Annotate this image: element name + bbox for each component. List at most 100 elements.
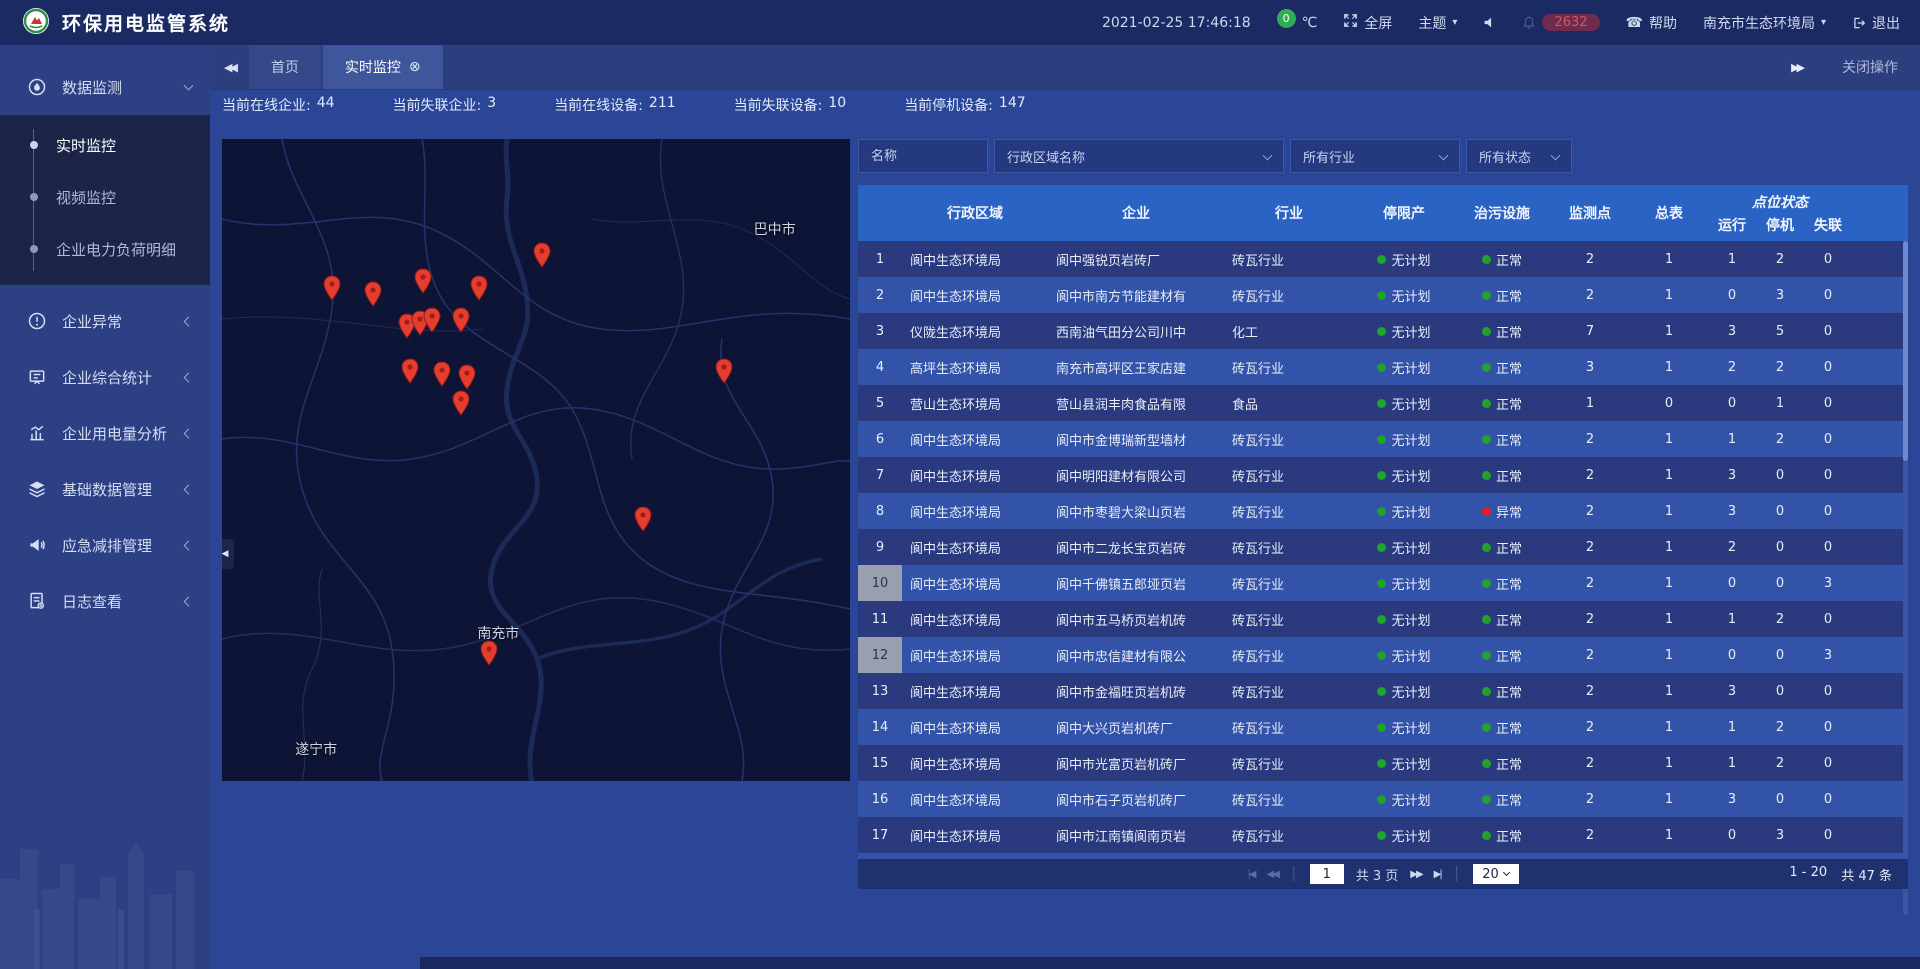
table-row[interactable]: 3仪陇生态环境局西南油气田分公司川中化工无计划正常71350 — [858, 313, 1908, 349]
chevron-left-icon — [184, 596, 194, 606]
collapse-panel-button[interactable]: ◀ — [222, 539, 234, 569]
user-org-menu[interactable]: 南充市生态环境局 ▾ — [1703, 13, 1826, 33]
table-row[interactable]: 14阆中生态环境局阆中大兴页岩机砖厂砖瓦行业无计划正常21120 — [858, 709, 1908, 745]
map-pin-icon[interactable] — [715, 358, 733, 384]
map-view[interactable]: 巴中市南充市遂宁市 ◀ — [222, 139, 850, 781]
help-button[interactable]: ☎ 帮助 — [1626, 13, 1677, 33]
col-region: 行政区域 — [902, 185, 1048, 241]
map-pin-icon[interactable] — [433, 361, 451, 387]
industry-filter-select[interactable]: 所有行业 — [1290, 139, 1460, 173]
table-row[interactable]: 1阆中生态环境局阆中强锐页岩砖厂砖瓦行业无计划正常21120 — [858, 241, 1908, 277]
row-index: 11 — [858, 601, 902, 637]
sidebar-item-data-monitoring[interactable]: 数据监测 — [0, 59, 210, 115]
col-stopped: 停机 — [1756, 213, 1804, 241]
cell-lost: 0 — [1804, 468, 1852, 483]
table-row[interactable]: 17阆中生态环境局阆中市江南镇阆南页岩砖瓦行业无计划正常21030 — [858, 817, 1908, 853]
sidebar-item-realtime-monitor[interactable]: 实时监控 — [0, 119, 210, 171]
fullscreen-button[interactable]: 全屏 — [1343, 13, 1392, 33]
col-filler — [1852, 185, 1908, 241]
first-page-icon[interactable]: |◀ — [1247, 869, 1254, 880]
cell-run: 0 — [1708, 828, 1756, 843]
col-facility: 治污设施 — [1454, 185, 1550, 241]
map-pin-icon[interactable] — [470, 275, 488, 301]
scrollbar-thumb[interactable] — [1903, 241, 1908, 461]
chevron-down-icon — [184, 81, 194, 91]
pagination-info: 1 - 20 共 47 条 — [1789, 865, 1892, 884]
bullet-icon — [30, 245, 38, 253]
close-tab-icon[interactable]: ⊗ — [409, 59, 421, 75]
map-pin-icon[interactable] — [414, 268, 432, 294]
table-row[interactable]: 16阆中生态环境局阆中市石子页岩机砖厂砖瓦行业无计划正常21300 — [858, 781, 1908, 817]
map-pin-icon[interactable] — [323, 275, 341, 301]
table-row[interactable]: 15阆中生态环境局阆中市光富页岩机砖厂砖瓦行业无计划正常21120 — [858, 745, 1908, 781]
fullscreen-icon — [1343, 13, 1358, 32]
table-row[interactable]: 7阆中生态环境局阆中明阳建材有限公司砖瓦行业无计划正常21300 — [858, 457, 1908, 493]
sidebar-item-power-load-detail[interactable]: 企业电力负荷明细 — [0, 223, 210, 275]
table-row[interactable]: 9阆中生态环境局阆中市二龙长宝页岩砖砖瓦行业无计划正常21200 — [858, 529, 1908, 565]
map-pin-icon[interactable] — [458, 364, 476, 390]
sidebar-item-enterprise-abnormal[interactable]: 企业异常 — [0, 293, 210, 349]
table-row[interactable]: 5营山生态环境局营山县润丰肉食品有限食品无计划正常10010 — [858, 385, 1908, 421]
table-row[interactable]: 10阆中生态环境局阆中千佛镇五郎垭页岩砖瓦行业无计划正常21003 — [858, 565, 1908, 601]
table-row[interactable]: 2阆中生态环境局阆中市南方节能建材有砖瓦行业无计划正常21030 — [858, 277, 1908, 313]
table-row[interactable]: 13阆中生态环境局阆中市金福旺页岩机砖砖瓦行业无计划正常21300 — [858, 673, 1908, 709]
theme-menu-button[interactable]: 主题 ▾ — [1418, 13, 1457, 33]
announcement-button[interactable] — [1483, 16, 1496, 29]
status-dot-icon — [1377, 327, 1386, 336]
map-pin-icon[interactable] — [364, 281, 382, 307]
close-operations-button[interactable]: 关闭操作 — [1842, 57, 1898, 77]
cell-industry: 砖瓦行业 — [1224, 466, 1354, 485]
cell-industry: 砖瓦行业 — [1224, 826, 1354, 845]
sidebar-item-log-view[interactable]: 日志查看 — [0, 573, 210, 629]
cell-meters: 1 — [1630, 756, 1708, 771]
cell-stopped: 2 — [1756, 432, 1804, 447]
sidebar-item-video-monitor[interactable]: 视频监控 — [0, 171, 210, 223]
sidebar-item-power-analysis[interactable]: 企业用电量分析 — [0, 405, 210, 461]
table-row[interactable]: 4高坪生态环境局南充市高坪区王家店建砖瓦行业无计划正常31220 — [858, 349, 1908, 385]
cell-region: 阆中生态环境局 — [902, 538, 1048, 557]
name-filter-field[interactable] — [858, 139, 988, 173]
total-label: 共 47 条 — [1841, 865, 1892, 884]
page-size-select[interactable]: 20 — [1473, 864, 1519, 884]
tab-home[interactable]: 首页 — [249, 45, 321, 89]
cell-stop-status: 无计划 — [1354, 466, 1454, 485]
sidebar-item-base-data[interactable]: 基础数据管理 — [0, 461, 210, 517]
log-file-icon — [26, 590, 48, 612]
map-pin-icon[interactable] — [533, 242, 551, 268]
cell-company: 阆中市金福旺页岩机砖 — [1048, 682, 1224, 701]
notifications-button[interactable]: 2632 — [1522, 14, 1599, 31]
sidebar-item-enterprise-statistics[interactable]: 企业综合统计 — [0, 349, 210, 405]
region-filter-select[interactable]: 行政区域名称 — [994, 139, 1284, 173]
tab-realtime-monitor[interactable]: 实时监控 ⊗ — [323, 45, 443, 89]
last-page-icon[interactable]: ▶| — [1434, 869, 1441, 880]
cell-run: 3 — [1708, 684, 1756, 699]
table-scrollbar[interactable] — [1903, 241, 1908, 915]
cell-points: 7 — [1550, 324, 1630, 339]
name-search-input[interactable] — [871, 149, 975, 164]
row-index: 5 — [858, 385, 902, 421]
table-row[interactable]: 12阆中生态环境局阆中市忠信建材有限公砖瓦行业无计划正常21003 — [858, 637, 1908, 673]
map-pin-icon[interactable] — [452, 307, 470, 333]
map-pin-icon[interactable] — [480, 640, 498, 666]
map-pin-icon[interactable] — [634, 506, 652, 532]
status-filter-select[interactable]: 所有状态 — [1466, 139, 1572, 173]
page-number-input[interactable] — [1310, 864, 1344, 884]
table-row[interactable]: 11阆中生态环境局阆中市五马桥页岩机砖砖瓦行业无计划正常21120 — [858, 601, 1908, 637]
table-row[interactable]: 6阆中生态环境局阆中市金博瑞新型墙材砖瓦行业无计划正常21120 — [858, 421, 1908, 457]
sidebar-item-emergency-reduction[interactable]: 应急减排管理 — [0, 517, 210, 573]
scroll-tabs-left-icon[interactable]: ◀◀ — [210, 61, 249, 74]
cell-company: 阆中大兴页岩机砖厂 — [1048, 718, 1224, 737]
map-pin-icon[interactable] — [452, 390, 470, 416]
scroll-tabs-right-icon[interactable]: ▶▶ — [1777, 61, 1816, 74]
logout-button[interactable]: 退出 — [1852, 13, 1900, 33]
next-page-icon[interactable]: ▶▶ — [1410, 869, 1421, 880]
cell-facility-status: 异常 — [1454, 502, 1550, 521]
map-pin-icon[interactable] — [423, 307, 441, 333]
status-dot-icon — [1482, 327, 1491, 336]
table-row[interactable]: 8阆中生态环境局阆中市枣碧大梁山页岩砖瓦行业无计划异常21300 — [858, 493, 1908, 529]
status-dot-icon — [1377, 759, 1386, 768]
prev-page-icon[interactable]: ◀◀ — [1267, 869, 1278, 880]
stat-offline-devices: 当前失联设备:10 — [734, 95, 847, 115]
map-pin-icon[interactable] — [401, 358, 419, 384]
status-dot-icon — [1377, 507, 1386, 516]
